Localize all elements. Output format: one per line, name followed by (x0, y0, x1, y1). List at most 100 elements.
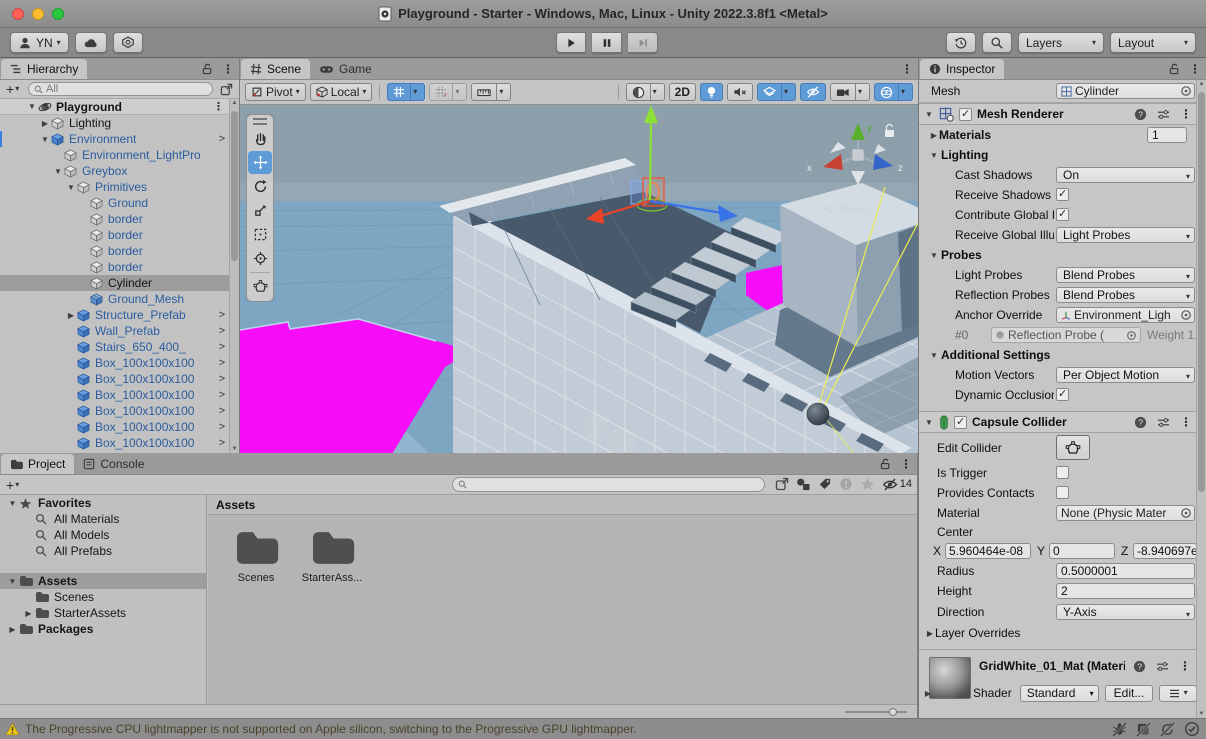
scene-audio-button[interactable] (727, 83, 753, 101)
status-bar[interactable]: The Progressive CPU lightmapper is not s… (0, 718, 1206, 739)
project-tree-item[interactable]: ▼Favorites (0, 495, 206, 511)
pause-button[interactable] (592, 32, 622, 53)
scene-camera-button[interactable] (830, 83, 856, 101)
lock-icon[interactable] (880, 458, 891, 470)
tool-handle-rotation-button[interactable]: Local▾ (310, 83, 373, 101)
hidden-objects-button[interactable] (800, 83, 826, 101)
help-icon[interactable]: ? (1134, 108, 1147, 121)
probes-foldout[interactable]: ▼Probes (919, 245, 1197, 265)
fold-arrow-icon[interactable]: ▶ (39, 119, 51, 128)
search-by-label-icon[interactable] (818, 477, 832, 491)
mac-traffic-lights[interactable] (12, 8, 64, 20)
scale-tool[interactable] (248, 199, 272, 222)
hierarchy-item[interactable]: border (0, 211, 229, 227)
pick-object-icon[interactable] (220, 83, 233, 96)
play-button[interactable] (556, 32, 586, 53)
hierarchy-search-input[interactable]: All (28, 82, 213, 96)
prefab-chevron-icon[interactable]: > (219, 421, 225, 433)
cloud-button[interactable] (75, 32, 107, 53)
rotate-tool[interactable] (248, 175, 272, 198)
account-button[interactable]: YN▾ (10, 32, 69, 53)
alert-filter-icon[interactable] (839, 477, 853, 491)
center-z-field[interactable]: -8.940697e-08 (1133, 543, 1197, 559)
minimize-window-icon[interactable] (32, 8, 44, 20)
asset-zoom-slider[interactable] (845, 708, 907, 716)
prefab-chevron-icon[interactable]: > (219, 437, 225, 449)
scene-effects-button[interactable] (757, 83, 782, 101)
receive-shadows-checkbox[interactable] (1056, 188, 1069, 201)
prefab-chevron-icon[interactable]: > (219, 405, 225, 417)
fold-arrow-icon[interactable]: ▼ (6, 499, 19, 508)
layers-dropdown[interactable]: Layers▾ (1018, 32, 1104, 53)
inspector-menu-icon[interactable]: ⋮ (1189, 62, 1201, 76)
prefab-chevron-icon[interactable]: > (219, 133, 225, 145)
hierarchy-item[interactable]: Stairs_650_400_> (0, 339, 229, 355)
prefab-chevron-icon[interactable]: > (219, 309, 225, 321)
component-menu-icon[interactable]: ⋮ (1180, 415, 1192, 429)
assets-breadcrumb[interactable]: Assets (208, 495, 917, 515)
favorites-star-icon[interactable] (860, 477, 875, 491)
fold-arrow-icon[interactable]: ▶ (65, 311, 77, 320)
shader-dropdown[interactable]: Standard▾ (1020, 685, 1099, 702)
hierarchy-menu-icon[interactable]: ⋮ (222, 62, 234, 76)
open-in-window-icon[interactable] (775, 477, 789, 491)
materials-count-field[interactable]: 1 (1147, 127, 1187, 143)
hierarchy-item[interactable]: ▼Primitives (0, 179, 229, 195)
scene-menu-icon[interactable]: ⋮ (901, 62, 913, 76)
shader-edit-button[interactable]: Edit... (1105, 685, 1154, 702)
provides-contacts-checkbox[interactable] (1056, 486, 1069, 499)
fold-arrow-icon[interactable]: ▼ (6, 577, 19, 586)
tool-handle-pivot-button[interactable]: Pivot▾ (245, 83, 306, 101)
inspector-scrollbar[interactable]: ▲ ▼ (1196, 80, 1206, 718)
edit-collider-button[interactable] (1056, 435, 1090, 460)
prefab-chevron-icon[interactable]: > (219, 325, 225, 337)
object-picker-icon[interactable] (1180, 85, 1192, 97)
step-button[interactable] (628, 32, 658, 53)
activity-ok-icon[interactable] (1184, 721, 1200, 737)
debugger-disabled-icon[interactable] (1112, 722, 1127, 737)
undo-history-button[interactable] (946, 32, 976, 53)
project-tree-item[interactable]: ▼Assets (0, 573, 206, 589)
materials-row[interactable]: ▶ Materials 1 (919, 125, 1197, 145)
fold-arrow-icon[interactable]: ▼ (26, 102, 38, 111)
hierarchy-item[interactable]: ▶Structure_Prefab> (0, 307, 229, 323)
hierarchy-item[interactable]: border (0, 227, 229, 243)
project-search-input[interactable] (452, 477, 765, 492)
project-tree-item[interactable]: ▶Packages (0, 621, 206, 637)
component-enabled-checkbox[interactable] (954, 416, 967, 429)
lock-icon[interactable] (202, 63, 213, 75)
mesh-object-field[interactable]: Cylinder (1056, 83, 1195, 99)
hierarchy-item[interactable]: Wall_Prefab> (0, 323, 229, 339)
fold-arrow-icon[interactable]: ▶ (6, 625, 19, 634)
auto-refresh-disabled-icon[interactable] (1160, 722, 1175, 737)
gizmos-dropdown[interactable]: ▾ (899, 83, 913, 101)
shading-mode-dropdown[interactable]: ▾ (651, 83, 665, 101)
is-trigger-checkbox[interactable] (1056, 466, 1069, 479)
hidden-count-toggle[interactable]: 14 (882, 478, 912, 491)
component-menu-icon[interactable]: ⋮ (1180, 107, 1192, 121)
help-icon[interactable]: ? (1134, 416, 1147, 429)
presets-icon[interactable] (1156, 661, 1169, 672)
2d-view-button[interactable]: 2D (669, 83, 696, 101)
height-field[interactable]: 2 (1056, 583, 1195, 599)
hierarchy-item[interactable]: border (0, 259, 229, 275)
fold-arrow-icon[interactable]: ▶ (22, 609, 35, 618)
hierarchy-add-button[interactable]: +▾ (6, 81, 19, 97)
project-tree-item[interactable]: All Prefabs (0, 543, 206, 559)
cast-shadows-dropdown[interactable]: On▾ (1056, 167, 1195, 183)
asset-folder-item[interactable]: Scenes (220, 529, 292, 584)
radius-field[interactable]: 0.5000001 (1056, 563, 1195, 579)
hierarchy-scrollbar[interactable]: ▲▼ (229, 99, 239, 453)
search-everywhere-button[interactable] (982, 32, 1012, 53)
presets-icon[interactable] (1157, 109, 1170, 120)
anchor-override-field[interactable]: Environment_Ligh (1056, 307, 1195, 323)
material-menu-icon[interactable]: ⋮ (1179, 659, 1191, 673)
scene-camera-dropdown[interactable]: ▾ (856, 83, 870, 101)
object-picker-icon[interactable] (1180, 507, 1192, 519)
reflection-probes-dropdown[interactable]: Blend Probes▾ (1056, 287, 1195, 303)
scene-lighting-button[interactable] (700, 83, 723, 101)
help-icon[interactable]: ? (1133, 660, 1146, 673)
hierarchy-item[interactable]: Box_100x100x100> (0, 355, 229, 371)
tab-game[interactable]: Game (310, 59, 381, 79)
hierarchy-item[interactable]: border (0, 243, 229, 259)
